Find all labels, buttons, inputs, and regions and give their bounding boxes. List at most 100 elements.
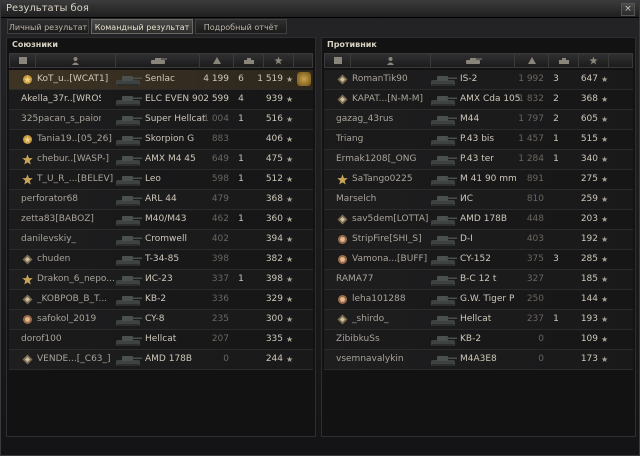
- ally-player-row[interactable]: perforator68 ARL 44 479 368 ★: [9, 190, 313, 210]
- player-name[interactable]: danilevskiy_: [21, 230, 101, 249]
- player-name[interactable]: perforator68: [21, 190, 101, 209]
- player-name[interactable]: Drakon_6_nepo...: [37, 270, 117, 289]
- player-name[interactable]: Triang: [336, 130, 416, 149]
- enemy-player-row[interactable]: KAPAT...[N-M-M] AMX Cda 105 1 832 2 368 ★: [324, 90, 633, 110]
- ally-player-row[interactable]: Drakon_6_nepo... ИС-23 337 1 398 ★: [9, 270, 313, 290]
- player-name[interactable]: safokol_2019: [37, 310, 117, 329]
- ally-player-row[interactable]: safokol_2019 CY-8 235 300 ★: [9, 310, 313, 330]
- player-name[interactable]: RomanTik90: [352, 70, 432, 89]
- player-name[interactable]: KoT_u..[WCAT1]: [37, 70, 117, 89]
- player-name[interactable]: Ermak1208[_ONG_]: [336, 150, 416, 169]
- allies-sort-damage[interactable]: [200, 54, 234, 67]
- ally-player-row[interactable]: chebur..[WASP-] AMX M4 45 649 1 475 ★: [9, 150, 313, 170]
- player-name[interactable]: sav5dem[LOTTA]: [352, 210, 432, 229]
- ally-player-row[interactable]: 325pacan_s_paiona Super Hellcat 1 004 1 516 ★: [9, 110, 313, 130]
- player-name[interactable]: Marselch: [336, 190, 416, 209]
- vehicle-icon: [428, 73, 458, 87]
- vehicle-icon: [428, 253, 458, 267]
- enemy-player-row[interactable]: _shirdo_ Hellcat 237 1 193 ★: [324, 310, 633, 330]
- enemies-sort-kills[interactable]: [549, 54, 579, 67]
- ally-player-row[interactable]: dorof100 Hellcat 207 335 ★: [9, 330, 313, 350]
- ally-player-row[interactable]: danilevskiy_ Cromwell 402 394 ★: [9, 230, 313, 250]
- kills-value: [233, 350, 249, 369]
- enemy-player-row[interactable]: Marselch ИС 810 259 ★: [324, 190, 633, 210]
- enemies-sort-experience[interactable]: [579, 54, 609, 67]
- close-button[interactable]: ×: [621, 3, 635, 16]
- allies-title: Союзники: [12, 40, 58, 49]
- diamond-medal-icon: [22, 254, 33, 265]
- enemies-sort-medal[interactable]: [325, 54, 351, 67]
- ally-player-row[interactable]: Akella_37r..[WROSE] ELC EVEN 902 599 4 939★: [9, 90, 313, 110]
- gold-medal-icon: [22, 74, 33, 85]
- kills-value: 1: [238, 274, 244, 284]
- player-name[interactable]: T_U_R_...[BELEV]: [37, 170, 117, 189]
- enemy-player-row[interactable]: ZibibkuSs KB-2 0 109 ★: [324, 330, 633, 350]
- player-name[interactable]: gazag_43rus: [336, 110, 416, 129]
- ally-player-row[interactable]: T_U_R_...[BELEV] Leo 598 1 512 ★: [9, 170, 313, 190]
- tab-detailed-report[interactable]: Подробный отчёт: [195, 19, 287, 34]
- player-name[interactable]: StripFire[SHI_S]: [352, 230, 432, 249]
- vehicle-name: KB-2: [145, 294, 167, 304]
- enemy-player-row[interactable]: vsemnavalykin M4A3E8 0 173 ★: [324, 350, 633, 370]
- enemy-player-row[interactable]: SaTango0225 M 41 90 mm 891 275 ★: [324, 170, 633, 190]
- ally-player-row[interactable]: Tania19..[05_26] Skorpion G 883 406 ★: [9, 130, 313, 150]
- allies-sort-experience[interactable]: [264, 54, 294, 67]
- ally-player-row[interactable]: _KOBPOB_B_T... KB-2 336 329 ★: [9, 290, 313, 310]
- player-name[interactable]: chuden: [37, 250, 117, 269]
- allies-sort-vehicle[interactable]: [116, 54, 200, 67]
- ally-player-row[interactable]: zetta83[BABOZ] M40/M43 462 1 360 ★: [9, 210, 313, 230]
- experience-value: 1 519: [257, 74, 283, 84]
- player-name[interactable]: _shirdo_: [352, 310, 432, 329]
- vehicle-name: M 41 90 mm: [460, 174, 517, 184]
- enemy-player-row[interactable]: Vamona...[BUFF] CY-152 375 3 285 ★: [324, 250, 633, 270]
- enemy-player-row[interactable]: StripFire[SHI_S] D-I 403 192 ★: [324, 230, 633, 250]
- kills-value: [233, 330, 249, 349]
- enemy-player-row[interactable]: RAMA77 B-C 12 t 327 185 ★: [324, 270, 633, 290]
- player-name[interactable]: vsemnavalykin: [336, 350, 416, 369]
- diamond-medal-icon: [22, 354, 33, 365]
- player-name[interactable]: Akella_37r..[WROSE]: [21, 90, 101, 109]
- achievement-icon[interactable]: [297, 72, 311, 86]
- damage-icon: [212, 56, 222, 65]
- player-name[interactable]: _KOBPOB_B_T...: [37, 290, 117, 309]
- kills-icon: [243, 57, 255, 65]
- enemies-sort-vehicle[interactable]: [431, 54, 515, 67]
- player-name[interactable]: KAPAT...[N-M-M]: [352, 90, 432, 109]
- player-name[interactable]: RAMA77: [336, 270, 416, 289]
- enemies-sort-damage[interactable]: [515, 54, 549, 67]
- ally-player-row[interactable]: KoT_u..[WCAT1] Senlac 4 199 6 1 519 ★: [9, 70, 313, 90]
- diamond-medal-icon: [337, 94, 348, 105]
- player-name[interactable]: Vamona...[BUFF]: [352, 250, 432, 269]
- vehicle-name: M44: [460, 114, 480, 124]
- ally-player-row[interactable]: chuden T-34-85 398 382 ★: [9, 250, 313, 270]
- player-name[interactable]: SaTango0225: [352, 170, 432, 189]
- player-name[interactable]: leha101288: [352, 290, 432, 309]
- enemy-player-row[interactable]: leha101288 G.W. Tiger P 250 144 ★: [324, 290, 633, 310]
- allies-sort-kills[interactable]: [234, 54, 264, 67]
- player-name[interactable]: ZibibkuSs: [336, 330, 416, 349]
- player-name[interactable]: dorof100: [21, 330, 101, 349]
- player-name[interactable]: 325pacan_s_paiona: [21, 110, 101, 129]
- enemy-player-row[interactable]: Triang P.43 bis 1 457 1 515 ★: [324, 130, 633, 150]
- allies-sort-player[interactable]: [36, 54, 116, 67]
- enemy-player-row[interactable]: gazag_43rus M44 1 797 2 605 ★: [324, 110, 633, 130]
- damage-value: 4 199: [203, 74, 229, 84]
- enemy-player-row[interactable]: sav5dem[LOTTA] AMD 178B 448 203 ★: [324, 210, 633, 230]
- experience-star-icon: ★: [601, 315, 609, 324]
- player-name[interactable]: VENDE...[_C63_]: [37, 350, 117, 369]
- vehicle-icon: [428, 173, 458, 187]
- player-name[interactable]: zetta83[BABOZ]: [21, 210, 101, 229]
- ally-player-row[interactable]: VENDE...[_C63_] AMD 178B 0 244 ★: [9, 350, 313, 370]
- experience-star-icon: ★: [286, 275, 294, 284]
- tab-personal-result[interactable]: Личный результат: [7, 19, 89, 34]
- player-name[interactable]: Tania19..[05_26]: [37, 130, 117, 149]
- vehicle-name: CY-152: [460, 254, 491, 264]
- enemies-sort-player[interactable]: [351, 54, 431, 67]
- tab-team-result[interactable]: Командный результат: [91, 19, 193, 34]
- enemy-player-row[interactable]: Ermak1208[_ONG_] P.43 ter 1 284 1 340 ★: [324, 150, 633, 170]
- allies-sort-medal[interactable]: [10, 54, 36, 67]
- vehicle-name: B-C 12 t: [460, 274, 497, 284]
- enemy-player-row[interactable]: RomanTik90 IS-2 1 992 3 647 ★: [324, 70, 633, 90]
- experience-value: 203: [580, 214, 598, 224]
- player-name[interactable]: chebur..[WASP-]: [37, 150, 117, 169]
